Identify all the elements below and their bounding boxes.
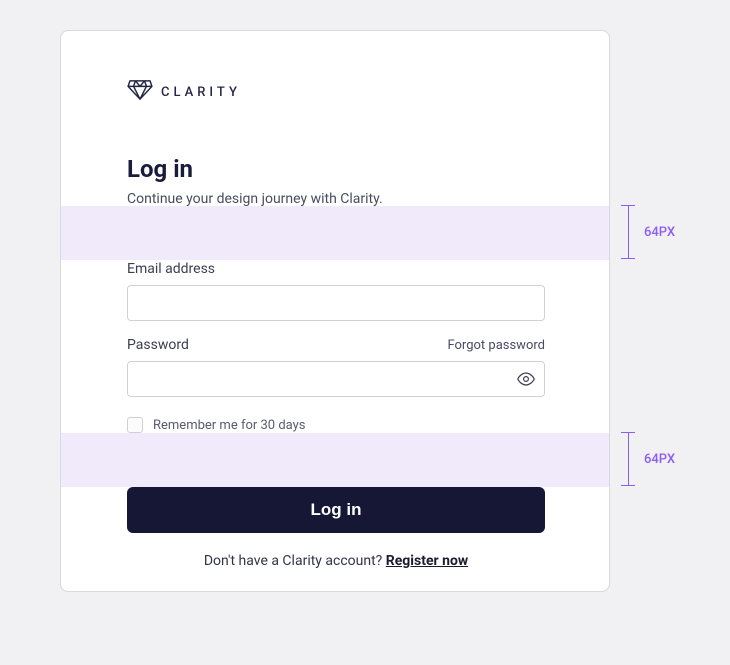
diamond-icon xyxy=(127,79,153,105)
brand-name: CLARITY xyxy=(161,85,241,100)
submit-group: Log in Don't have a Clarity account? Reg… xyxy=(127,487,545,569)
login-card: CLARITY Log in Continue your design jour… xyxy=(60,30,610,592)
show-password-icon[interactable] xyxy=(517,372,535,386)
register-prompt: Don't have a Clarity account? Register n… xyxy=(127,553,545,569)
spacing-label-bottom: 64PX xyxy=(644,452,675,467)
brand-logo: CLARITY xyxy=(127,79,241,105)
footer-text: Don't have a Clarity account? xyxy=(204,553,386,569)
password-input[interactable] xyxy=(127,361,545,397)
email-label: Email address xyxy=(127,261,545,277)
remember-group: Remember me for 30 days xyxy=(127,417,545,433)
forgot-password-link[interactable]: Forgot password xyxy=(447,338,545,353)
spacing-label-top: 64PX xyxy=(644,225,675,240)
page-subtitle: Continue your design journey with Clarit… xyxy=(127,191,383,207)
remember-checkbox[interactable] xyxy=(127,417,143,433)
email-group: Email address xyxy=(127,261,545,321)
register-link[interactable]: Register now xyxy=(386,553,468,569)
page-title: Log in xyxy=(127,155,193,183)
password-group: Password Forgot password xyxy=(127,337,545,397)
login-button[interactable]: Log in xyxy=(127,487,545,533)
email-input[interactable] xyxy=(127,285,545,321)
password-label: Password xyxy=(127,337,189,353)
remember-label: Remember me for 30 days xyxy=(153,418,306,433)
